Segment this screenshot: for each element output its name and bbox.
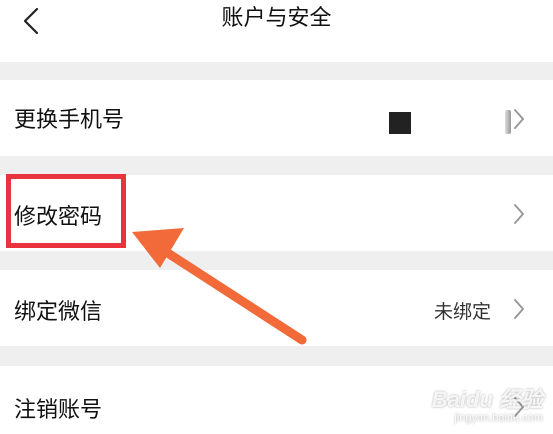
chevron-right-icon xyxy=(514,299,524,319)
change-phone-label: 更换手机号 xyxy=(14,108,125,133)
cancel-account-label: 注销账号 xyxy=(14,398,103,423)
nav-header: 账户与安全 xyxy=(0,0,553,62)
highlight-box xyxy=(6,174,126,248)
bind-wechat-row[interactable]: 绑定微信 未绑定 xyxy=(0,270,553,346)
baidu-watermark: Baidu 经验 jingyan.baidu.com xyxy=(403,382,543,430)
watermark-brand: Baidu 经验 xyxy=(431,387,543,412)
page-title: 账户与安全 xyxy=(221,6,332,31)
chevron-right-icon xyxy=(514,204,524,224)
watermark-url: jingyan.baidu.com xyxy=(454,412,543,424)
partial-value-mark xyxy=(505,110,511,134)
change-phone-row[interactable]: 更换手机号 xyxy=(0,80,553,156)
redaction-square xyxy=(389,112,411,134)
bind-wechat-label: 绑定微信 xyxy=(14,300,103,325)
bind-wechat-status: 未绑定 xyxy=(433,301,491,323)
chevron-right-icon xyxy=(514,109,524,129)
